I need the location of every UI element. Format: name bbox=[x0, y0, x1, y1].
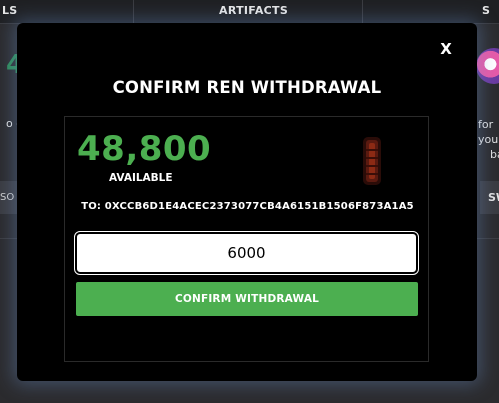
nav-divider bbox=[133, 0, 134, 23]
background-right-line: for bbox=[478, 118, 494, 131]
background-left-button[interactable]: SO bbox=[0, 181, 18, 214]
red-capsule-icon bbox=[363, 137, 381, 185]
nav-tab-left[interactable]: LS bbox=[2, 0, 18, 23]
withdrawal-panel: 48,800 AVAILABLE TO: 0XCCB6D1E4ACEC23730… bbox=[64, 116, 429, 362]
destination-address: TO: 0XCCB6D1E4ACEC2373077CB4A6151B1506F8… bbox=[81, 201, 414, 212]
background-right-text: for you ba bbox=[478, 117, 499, 162]
confirm-withdrawal-button[interactable]: CONFIRM WITHDRAWAL bbox=[76, 282, 418, 316]
available-label: AVAILABLE bbox=[109, 172, 173, 184]
available-amount: 48,800 bbox=[77, 129, 212, 169]
nav-divider bbox=[362, 0, 363, 23]
withdraw-amount-input[interactable] bbox=[74, 231, 419, 275]
withdrawal-modal: X CONFIRM REN WITHDRAWAL 48,800 AVAILABL… bbox=[17, 23, 477, 381]
background-right-line: you bbox=[478, 133, 499, 146]
nav-tab-right[interactable]: S bbox=[482, 0, 490, 23]
background-nft-image bbox=[476, 48, 499, 84]
background-right-button[interactable]: SW bbox=[480, 181, 499, 214]
background-right-line: ba bbox=[490, 148, 499, 161]
modal-title: CONFIRM REN WITHDRAWAL bbox=[112, 78, 382, 97]
top-nav: LS ARTIFACTS S bbox=[0, 0, 499, 24]
nav-tab-artifacts[interactable]: ARTIFACTS bbox=[219, 0, 288, 23]
close-icon[interactable]: X bbox=[437, 40, 455, 58]
